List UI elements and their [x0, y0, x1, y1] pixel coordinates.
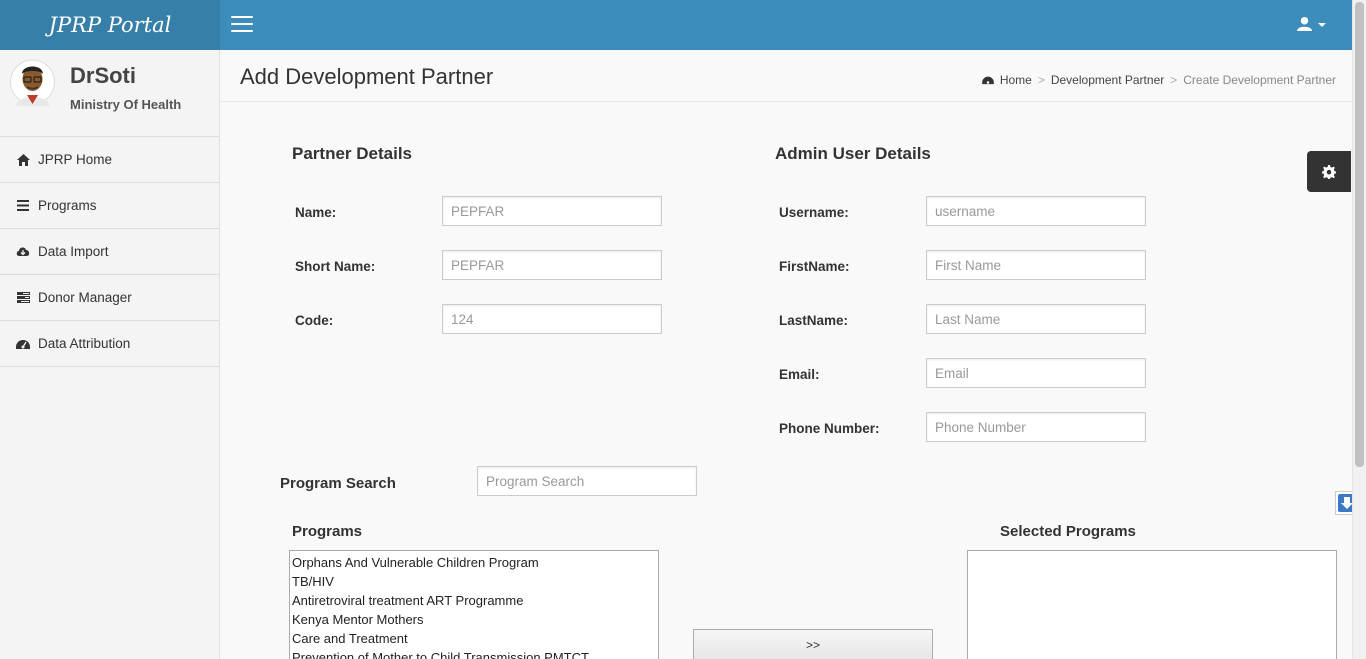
breadcrumb-separator: > — [1170, 73, 1178, 87]
program-search-input[interactable] — [477, 466, 697, 496]
sidebar-item-label: Programs — [38, 198, 97, 213]
list-item[interactable]: TB/HIV — [292, 572, 656, 591]
admin-user-details-title: Admin User Details — [775, 144, 931, 163]
selected-programs-list[interactable] — [967, 550, 1337, 659]
partner-name-input[interactable] — [442, 196, 662, 226]
selected-programs-title: Selected Programs — [1000, 523, 1136, 540]
page-scrollbar[interactable] — [1352, 0, 1366, 659]
sidebar-item-data-import[interactable]: Data Import — [0, 229, 219, 275]
list-icon — [16, 199, 30, 213]
chevron-down-icon — [1318, 22, 1326, 27]
add-program-button[interactable]: >> — [693, 629, 933, 659]
list-item[interactable]: Prevention of Mother to Child Transmissi… — [292, 648, 656, 659]
dashboard-icon — [981, 76, 994, 85]
lastname-input[interactable] — [926, 304, 1146, 334]
username-label: Username: — [779, 205, 849, 220]
sidebar-item-donor-manager[interactable]: Donor Manager — [0, 275, 219, 321]
content-header: Add Development Partner Home > Developme… — [220, 50, 1352, 102]
email-field[interactable] — [926, 358, 1146, 388]
breadcrumb-development-partner[interactable]: Development Partner — [1051, 73, 1164, 87]
program-search-label: Program Search — [280, 475, 396, 492]
list-item[interactable]: Antiretroviral treatment ART Programme — [292, 591, 656, 610]
user-name: DrSoti — [70, 63, 136, 88]
app-logo[interactable]: JPRP Portal — [0, 0, 220, 50]
list-item[interactable]: Orphans And Vulnerable Children Program — [292, 553, 656, 572]
sidebar-item-label: Donor Manager — [38, 290, 132, 305]
hamburger-icon[interactable] — [231, 16, 253, 34]
list-item[interactable]: Care and Treatment — [292, 629, 656, 648]
phone-number-input[interactable] — [926, 412, 1146, 442]
settings-button[interactable] — [1307, 151, 1351, 192]
programs-list[interactable]: Orphans And Vulnerable Children Program … — [289, 550, 659, 659]
home-icon — [16, 153, 30, 167]
sidebar-item-label: JPRP Home — [38, 152, 113, 167]
main-content: Partner Details Name: Short Name: Code: … — [220, 102, 1352, 659]
partner-details-title: Partner Details — [292, 144, 412, 163]
user-menu[interactable] — [1297, 16, 1326, 31]
username-input[interactable] — [926, 196, 1146, 226]
avatar — [10, 59, 55, 106]
breadcrumb: Home > Development Partner > Create Deve… — [981, 73, 1336, 87]
breadcrumb-separator: > — [1037, 73, 1045, 87]
top-navbar: JPRP Portal — [0, 0, 1352, 50]
code-label: Code: — [295, 313, 334, 328]
user-panel: DrSoti Ministry Of Health — [0, 50, 219, 137]
firstname-label: FirstName: — [779, 259, 850, 274]
cloud-download-icon — [16, 245, 30, 259]
sidebar-item-label: Data Import — [38, 244, 109, 259]
page-title: Add Development Partner — [240, 64, 494, 89]
sidebar-item-programs[interactable]: Programs — [0, 183, 219, 229]
user-icon — [1297, 16, 1312, 31]
breadcrumb-home[interactable]: Home — [1000, 73, 1032, 87]
partner-code-input[interactable] — [442, 304, 662, 334]
sidebar-item-data-attribution[interactable]: Data Attribution — [0, 321, 219, 367]
gear-icon — [1322, 164, 1336, 179]
lastname-label: LastName: — [779, 313, 849, 328]
sidebar: DrSoti Ministry Of Health JPRP Home Prog… — [0, 50, 220, 659]
programs-title: Programs — [292, 523, 363, 540]
firstname-input[interactable] — [926, 250, 1146, 280]
sidebar-item-label: Data Attribution — [38, 336, 131, 351]
dashboard-icon — [16, 337, 30, 351]
sidebar-item-jprp-home[interactable]: JPRP Home — [0, 137, 219, 183]
phone-number-label: Phone Number: — [779, 421, 880, 436]
tasks-icon — [16, 291, 30, 305]
user-organization: Ministry Of Health — [70, 97, 182, 112]
partner-short-name-input[interactable] — [442, 250, 662, 280]
short-name-label: Short Name: — [295, 259, 376, 274]
breadcrumb-current: Create Development Partner — [1183, 73, 1336, 87]
scrollbar-thumb[interactable] — [1355, 2, 1364, 467]
name-label: Name: — [295, 205, 337, 220]
list-item[interactable]: Kenya Mentor Mothers — [292, 610, 656, 629]
email-label: Email: — [779, 367, 820, 382]
